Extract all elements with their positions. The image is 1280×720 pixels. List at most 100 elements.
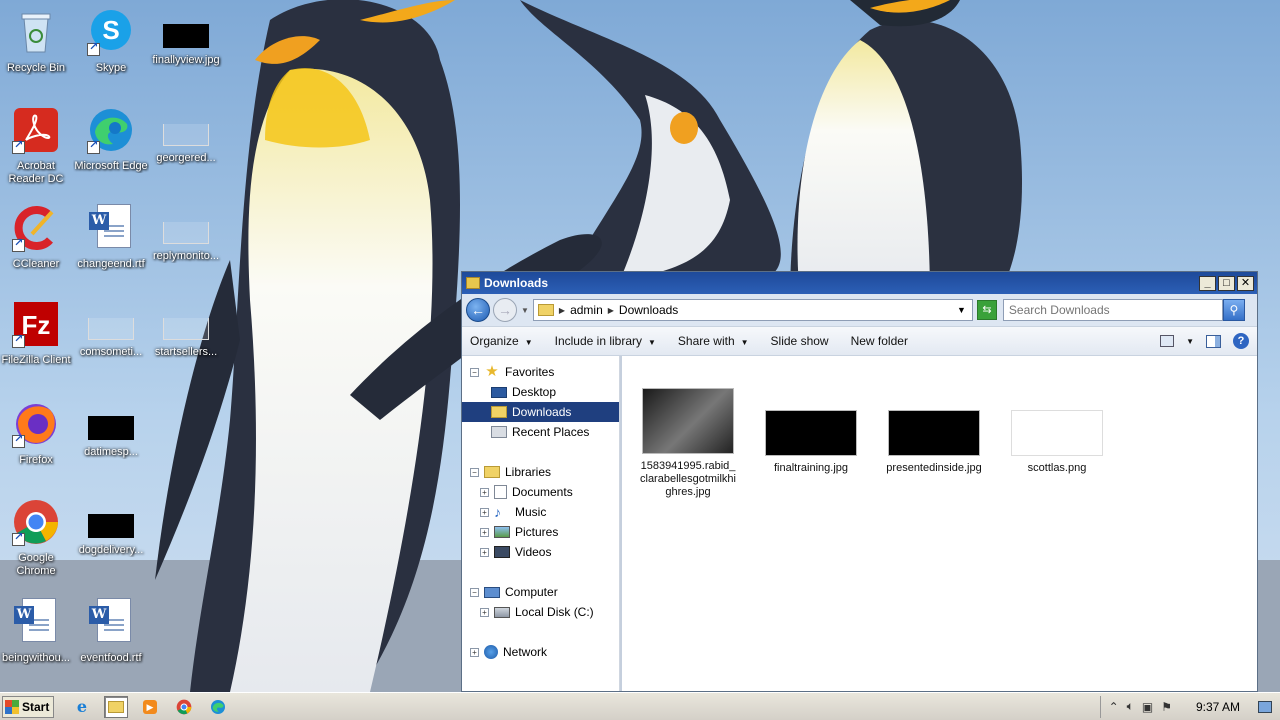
desktop-icon-dogdelivery[interactable]: dogdelivery... — [73, 494, 149, 590]
taskbar-internet-explorer[interactable]: e — [70, 696, 94, 718]
videos-icon — [494, 546, 510, 558]
back-button[interactable]: ← — [466, 298, 490, 322]
search-input[interactable] — [1002, 299, 1223, 321]
view-dropdown-icon[interactable]: ▼ — [1186, 337, 1194, 346]
file-item[interactable]: presentedinside.jpg — [878, 410, 990, 475]
folder-icon — [466, 277, 480, 289]
window-titlebar[interactable]: Downloads _ □ ✕ — [462, 272, 1257, 294]
desktop-icon-label: Microsoft Edge — [74, 160, 148, 172]
taskbar-edge[interactable] — [206, 696, 230, 718]
file-item[interactable]: 1583941995.rabid_ clarabellesgotmilkhi g… — [632, 388, 744, 499]
include-in-library-menu[interactable]: Include in library ▼ — [555, 334, 656, 348]
desktop-icon-eventfood[interactable]: W eventfood.rtf — [73, 594, 149, 690]
file-item[interactable]: scottlas.png — [1001, 410, 1113, 475]
tree-recent-places[interactable]: Recent Places — [462, 422, 619, 442]
desktop-icon-label: eventfood.rtf — [80, 652, 142, 664]
tree-desktop[interactable]: Desktop — [462, 382, 619, 402]
tree-local-disk[interactable]: + Local Disk (C:) — [462, 602, 619, 622]
taskbar-explorer[interactable] — [104, 695, 128, 718]
preview-pane-icon[interactable] — [1206, 334, 1221, 348]
show-hidden-icons-button[interactable]: ⌃ — [1109, 700, 1119, 714]
tree-documents[interactable]: + Documents — [462, 482, 619, 502]
desktop-icon-startsellers[interactable]: startsellers... — [148, 296, 224, 392]
desktop-icon-finallyview[interactable]: finallyview.jpg — [148, 4, 224, 100]
show-desktop-button[interactable] — [1258, 700, 1272, 713]
breadcrumb-admin[interactable]: admin — [570, 303, 603, 317]
help-icon[interactable]: ? — [1233, 333, 1249, 349]
file-item[interactable]: finaltraining.jpg — [755, 410, 867, 475]
tree-downloads[interactable]: Downloads — [462, 402, 619, 422]
desktop-icon-changeend[interactable]: W changeend.rtf — [73, 200, 149, 296]
desktop-icon-edge[interactable]: Microsoft Edge — [73, 102, 149, 198]
desktop-icon-ccleaner[interactable]: CCleaner — [0, 200, 74, 296]
collapse-icon[interactable]: − — [470, 367, 479, 377]
tree-pictures[interactable]: + Pictures — [462, 522, 619, 542]
image-thumbnail-icon — [88, 416, 134, 440]
start-label: Start — [22, 699, 50, 714]
network-tray-icon[interactable]: ▣ — [1142, 700, 1153, 714]
taskbar-media-player[interactable]: ▶ — [138, 696, 162, 718]
desktop-icon-acrobat[interactable]: Acrobat Reader DC — [0, 102, 74, 198]
volume-icon[interactable]: 🔈︎ — [1127, 699, 1134, 714]
tree-network[interactable]: + Network — [462, 642, 619, 662]
recent-pages-dropdown[interactable]: ▼ — [521, 306, 529, 315]
filezilla-icon: Fz — [12, 300, 60, 348]
collapse-icon[interactable]: − — [470, 467, 479, 477]
slide-show-button[interactable]: Slide show — [771, 334, 829, 348]
taskbar-chrome[interactable] — [172, 696, 196, 718]
tree-music[interactable]: + ♪ Music — [462, 502, 619, 522]
desktop-icon-firefox[interactable]: Firefox — [0, 396, 74, 492]
expand-icon[interactable]: + — [480, 607, 489, 617]
desktop-icon-datimesp[interactable]: datimesp... — [73, 396, 149, 492]
organize-menu[interactable]: Organize ▼ — [470, 334, 533, 348]
tree-label: Local Disk (C:) — [515, 605, 594, 619]
desktop-icon-label: finallyview.jpg — [152, 54, 220, 66]
expand-icon[interactable]: + — [480, 527, 489, 537]
collapse-icon[interactable]: − — [470, 587, 479, 597]
close-button[interactable]: ✕ — [1237, 275, 1254, 291]
tree-computer[interactable]: − Computer — [462, 582, 619, 602]
chevron-right-icon[interactable]: ▶ — [559, 306, 565, 315]
tree-label: Network — [503, 645, 548, 659]
desktop-icon-label: dogdelivery... — [78, 544, 144, 556]
search-icon[interactable]: ⚲ — [1222, 299, 1245, 321]
ccleaner-icon — [12, 204, 60, 252]
share-with-menu[interactable]: Share with ▼ — [678, 334, 749, 348]
desktop-icon-skype[interactable]: S Skype — [73, 4, 149, 100]
tree-label: Pictures — [515, 525, 559, 539]
tree-libraries[interactable]: − Libraries — [462, 462, 619, 482]
expand-icon[interactable]: + — [480, 547, 489, 557]
tree-label: Recent Places — [512, 425, 590, 439]
refresh-button[interactable]: ⇆ — [976, 300, 997, 320]
start-button[interactable]: Start — [2, 695, 54, 718]
desktop-icon-filezilla[interactable]: Fz FileZilla Client — [0, 296, 74, 392]
action-center-flag-icon[interactable]: ⚑ — [1161, 700, 1172, 714]
address-dropdown-icon[interactable]: ▼ — [957, 305, 966, 315]
desktop-icon-recycle-bin[interactable]: Recycle Bin — [0, 4, 74, 100]
chevron-right-icon[interactable]: ▶ — [608, 306, 614, 315]
minimize-button[interactable]: _ — [1199, 275, 1216, 291]
desktop-icon-comsometi[interactable]: comsometi... — [73, 296, 149, 392]
file-name: presentedinside.jpg — [886, 462, 982, 474]
computer-icon — [484, 586, 500, 598]
expand-icon[interactable]: + — [470, 647, 479, 657]
desktop-icon-chrome[interactable]: Google Chrome — [0, 494, 74, 590]
image-thumbnail-icon — [88, 318, 134, 340]
desktop-icon-beingwithou[interactable]: W beingwithou... — [0, 594, 74, 690]
svg-text:S: S — [102, 15, 119, 45]
address-bar[interactable]: ▶ admin ▶ Downloads ▼ — [532, 299, 973, 321]
clock[interactable]: 9:37 AM — [1196, 700, 1240, 714]
desktop-icon-georgered[interactable]: georgered... — [148, 102, 224, 198]
desktop-icon-replymonito[interactable]: replymonito... — [148, 200, 224, 296]
tree-favorites[interactable]: − ★ Favorites — [462, 362, 619, 382]
maximize-button[interactable]: □ — [1218, 275, 1235, 291]
breadcrumb-downloads[interactable]: Downloads — [619, 303, 678, 317]
change-view-icon[interactable] — [1160, 335, 1175, 347]
file-name-line: ghres.jpg — [665, 486, 711, 498]
expand-icon[interactable]: + — [480, 487, 489, 497]
expand-icon[interactable]: + — [480, 507, 489, 517]
forward-button[interactable]: → — [493, 298, 517, 322]
new-folder-button[interactable]: New folder — [851, 334, 908, 348]
tree-videos[interactable]: + Videos — [462, 542, 619, 562]
file-name-line: clarabellesgotmilkhi — [640, 473, 736, 485]
